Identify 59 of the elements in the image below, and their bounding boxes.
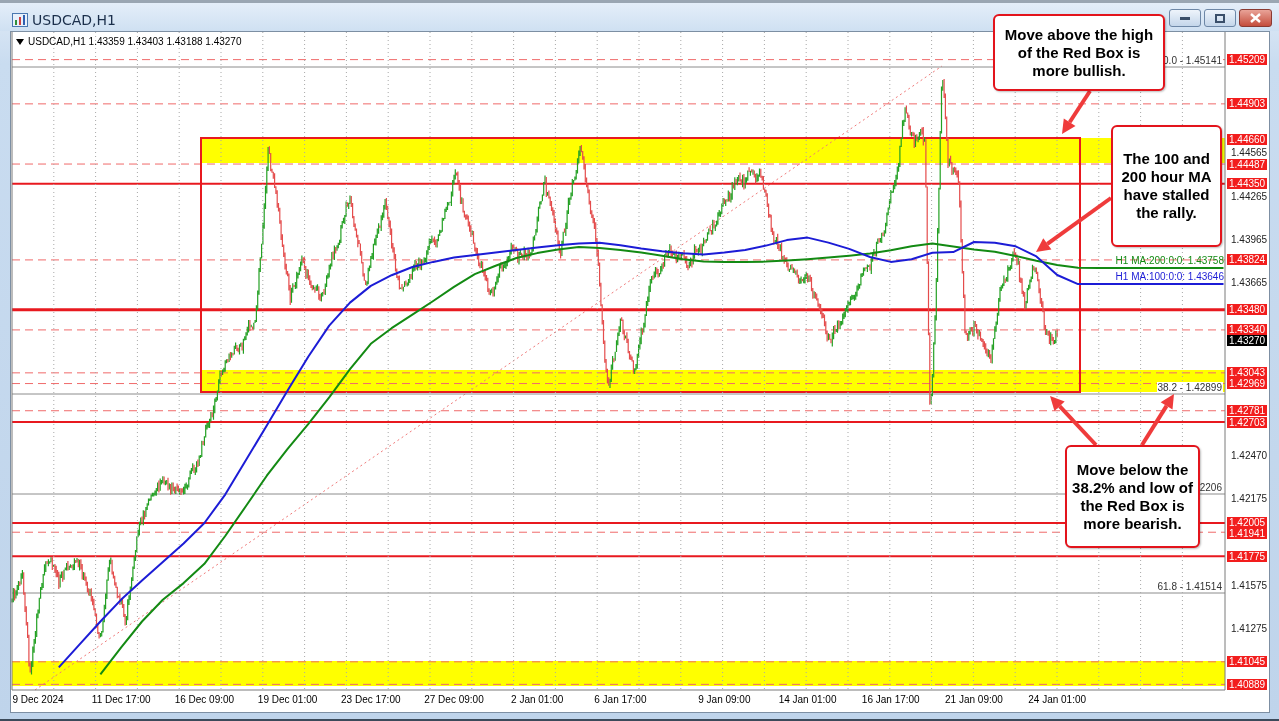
minimize-icon (1180, 16, 1190, 20)
price-axis-label: 1.41575 (1230, 579, 1269, 591)
price-level-label: 1.43824 (1227, 254, 1268, 266)
price-level-label: 1.43043 (1227, 367, 1268, 379)
restore-button[interactable] (1204, 9, 1236, 27)
close-icon (1250, 13, 1261, 23)
price-level-label: 1.43340 (1227, 324, 1268, 336)
current-price-label: 1.43270 (1227, 335, 1268, 347)
price-level-label: 1.44660 (1227, 133, 1268, 145)
caret-icon[interactable] (16, 39, 24, 45)
price-level-label: 1.41941 (1227, 528, 1268, 540)
callout-note: Move above the high of the Red Box is more bullish. (993, 14, 1165, 91)
time-axis-label: 23 Dec 17:00 (341, 694, 401, 706)
chart-icon (12, 12, 28, 28)
callout-note: Move below the 38.2% and low of the Red Box is more bearish. (1065, 445, 1200, 548)
price-level-label: 1.41775 (1227, 550, 1268, 562)
window-title: USDCAD,H1 (32, 11, 116, 29)
time-axis-label: 24 Jan 01:00 (1028, 694, 1087, 706)
price-level-label: 1.41045 (1227, 656, 1268, 668)
price-axis-label: 1.42470 (1230, 450, 1269, 462)
time-axis-label: 16 Dec 09:00 (174, 694, 235, 706)
time-axis-label: 2 Jan 01:00 (511, 694, 564, 706)
price-level-label: 1.42703 (1227, 416, 1268, 428)
maximize-icon (1215, 13, 1225, 23)
price-axis-label: 1.42175 (1230, 492, 1269, 504)
callout-arrow (1140, 394, 1174, 447)
time-axis-label: 19 Dec 01:00 (257, 694, 318, 706)
price-level-label: 1.44350 (1227, 178, 1268, 190)
fibonacci-level-label: 61.8 - 1.41514 (1156, 581, 1223, 592)
price-axis-label: 1.43665 (1230, 277, 1269, 289)
time-axis-label: 6 Jan 17:00 (594, 694, 647, 706)
chart-info-text: USDCAD,H1 1.43359 1.43403 1.43188 1.43270 (28, 36, 242, 48)
fibonacci-level-label: 38.2 - 1.42899 (1156, 382, 1223, 393)
callout-note: The 100 and 200 hour MA have stalled the rally. (1111, 125, 1222, 247)
price-level-label: 1.44487 (1227, 158, 1268, 170)
time-axis-label: 16 Jan 17:00 (861, 694, 920, 706)
price-axis-label: 1.41275 (1230, 623, 1269, 635)
price-axis-label: 1.44565 (1230, 147, 1269, 159)
time-axis-label: 9 Dec 2024 (12, 694, 64, 706)
price-level-label: 1.40889 (1227, 678, 1268, 690)
price-level-label: 1.45209 (1227, 54, 1268, 66)
close-button[interactable] (1239, 9, 1272, 27)
price-level-label: 1.43480 (1227, 304, 1268, 316)
price-level-label: 1.42005 (1227, 517, 1268, 529)
price-level-label: 1.44903 (1227, 98, 1268, 110)
callout-arrow (1062, 89, 1092, 134)
moving-average-label: H1 MA:200:0:0: 1.43758 (1115, 255, 1224, 266)
price-axis-label: 1.44265 (1230, 190, 1269, 202)
time-axis-label: 27 Dec 09:00 (424, 694, 484, 706)
minimize-button[interactable] (1169, 9, 1201, 27)
time-axis-label: 9 Jan 09:00 (698, 694, 751, 706)
time-axis-label: 14 Jan 01:00 (778, 694, 837, 706)
time-axis-label: 21 Jan 09:00 (945, 694, 1003, 706)
callout-arrow (1050, 396, 1098, 447)
moving-average-label: H1 MA:100:0:0: 1.43646 (1115, 271, 1224, 283)
time-axis-label: 11 Dec 17:00 (91, 694, 151, 706)
price-level-label: 1.42781 (1227, 405, 1268, 417)
price-axis-label: 1.43965 (1230, 234, 1269, 245)
price-level-label: 1.42969 (1227, 378, 1268, 390)
